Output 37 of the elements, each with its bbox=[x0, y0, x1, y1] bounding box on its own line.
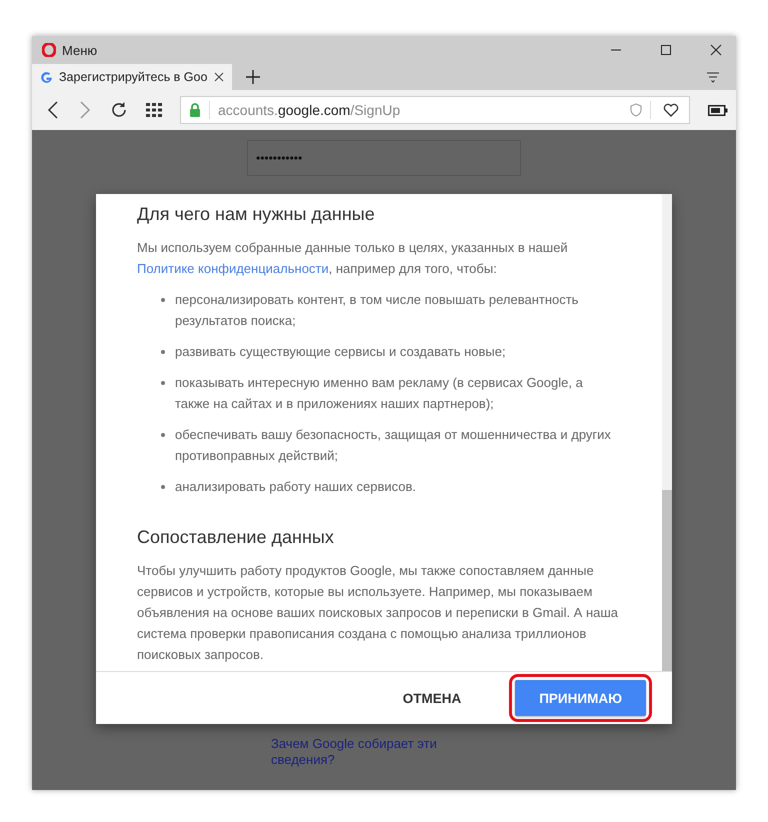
privacy-policy-link[interactable]: Политике конфиденциальности bbox=[137, 261, 329, 276]
section-paragraph: Чтобы улучшить работу продуктов Google, мы также сопоставляем данные сервисов и устройств, которые вы используете. Например, мы показываем объявления на основе ваших поисковых запросов и переписки в Gmail. А наша система проверки правописания создана с помощью анализа триллионов поисковых запросов. bbox=[137, 562, 620, 664]
maximize-icon[interactable] bbox=[660, 44, 672, 56]
list-item-text: обеспечивать вашу безопасность, защищая от мошенничества и других противоправных действий; bbox=[175, 426, 612, 465]
bullet-dot bbox=[161, 433, 165, 437]
list-item-text: развивать существующие сервисы и создавать новые; bbox=[175, 343, 506, 361]
heart-icon[interactable] bbox=[663, 103, 679, 117]
battery-icon[interactable] bbox=[708, 104, 728, 116]
bullet-dot bbox=[161, 350, 165, 354]
close-icon[interactable] bbox=[214, 72, 224, 82]
section-heading: Для чего нам нужны данные bbox=[137, 204, 376, 225]
list-item-text: показывать интересную именно вам рекламу (в сервисах Google, а также на сайтах и в приложениях наших партнеров); bbox=[175, 374, 584, 413]
url-text: accounts.google.com/SignUp bbox=[218, 102, 400, 118]
bullet-dot bbox=[161, 298, 165, 302]
section-paragraph: Мы используем собранные данные только в целях, указанных в нашей Политике конфиденциальности, например для того, чтобы: bbox=[137, 239, 569, 278]
address-bar[interactable]: accounts.google.com/SignUp bbox=[180, 96, 690, 124]
grid-icon[interactable] bbox=[146, 103, 162, 117]
accept-button[interactable]: ПРИНИМАЮ bbox=[515, 680, 646, 716]
scrollbar-thumb[interactable] bbox=[662, 490, 672, 671]
bullet-dot bbox=[161, 381, 165, 385]
section-heading: Сопоставление данных bbox=[137, 527, 335, 548]
google-g-icon bbox=[40, 70, 53, 84]
menu-label[interactable]: Меню bbox=[62, 42, 98, 58]
cancel-button[interactable]: ОТМЕНА bbox=[378, 680, 486, 716]
plus-icon[interactable] bbox=[246, 70, 260, 84]
bullet-dot bbox=[161, 485, 165, 489]
lock-icon bbox=[189, 103, 201, 117]
reload-icon[interactable] bbox=[110, 101, 128, 119]
back-icon[interactable] bbox=[46, 101, 60, 119]
shield-icon[interactable] bbox=[630, 103, 642, 117]
tab-title: Зарегистрируйтесь в Goo bbox=[59, 70, 208, 84]
opera-logo-icon[interactable] bbox=[42, 43, 56, 57]
menu-icon[interactable] bbox=[706, 70, 720, 84]
close-icon[interactable] bbox=[710, 44, 722, 56]
browser-tab[interactable]: Зарегистрируйтесь в Goo bbox=[32, 64, 232, 90]
list-item-text: анализировать работу наших сервисов. bbox=[175, 478, 416, 496]
list-item-text: персонализировать контент, в том числе повышать релевантность результатов поиска; bbox=[175, 291, 580, 330]
